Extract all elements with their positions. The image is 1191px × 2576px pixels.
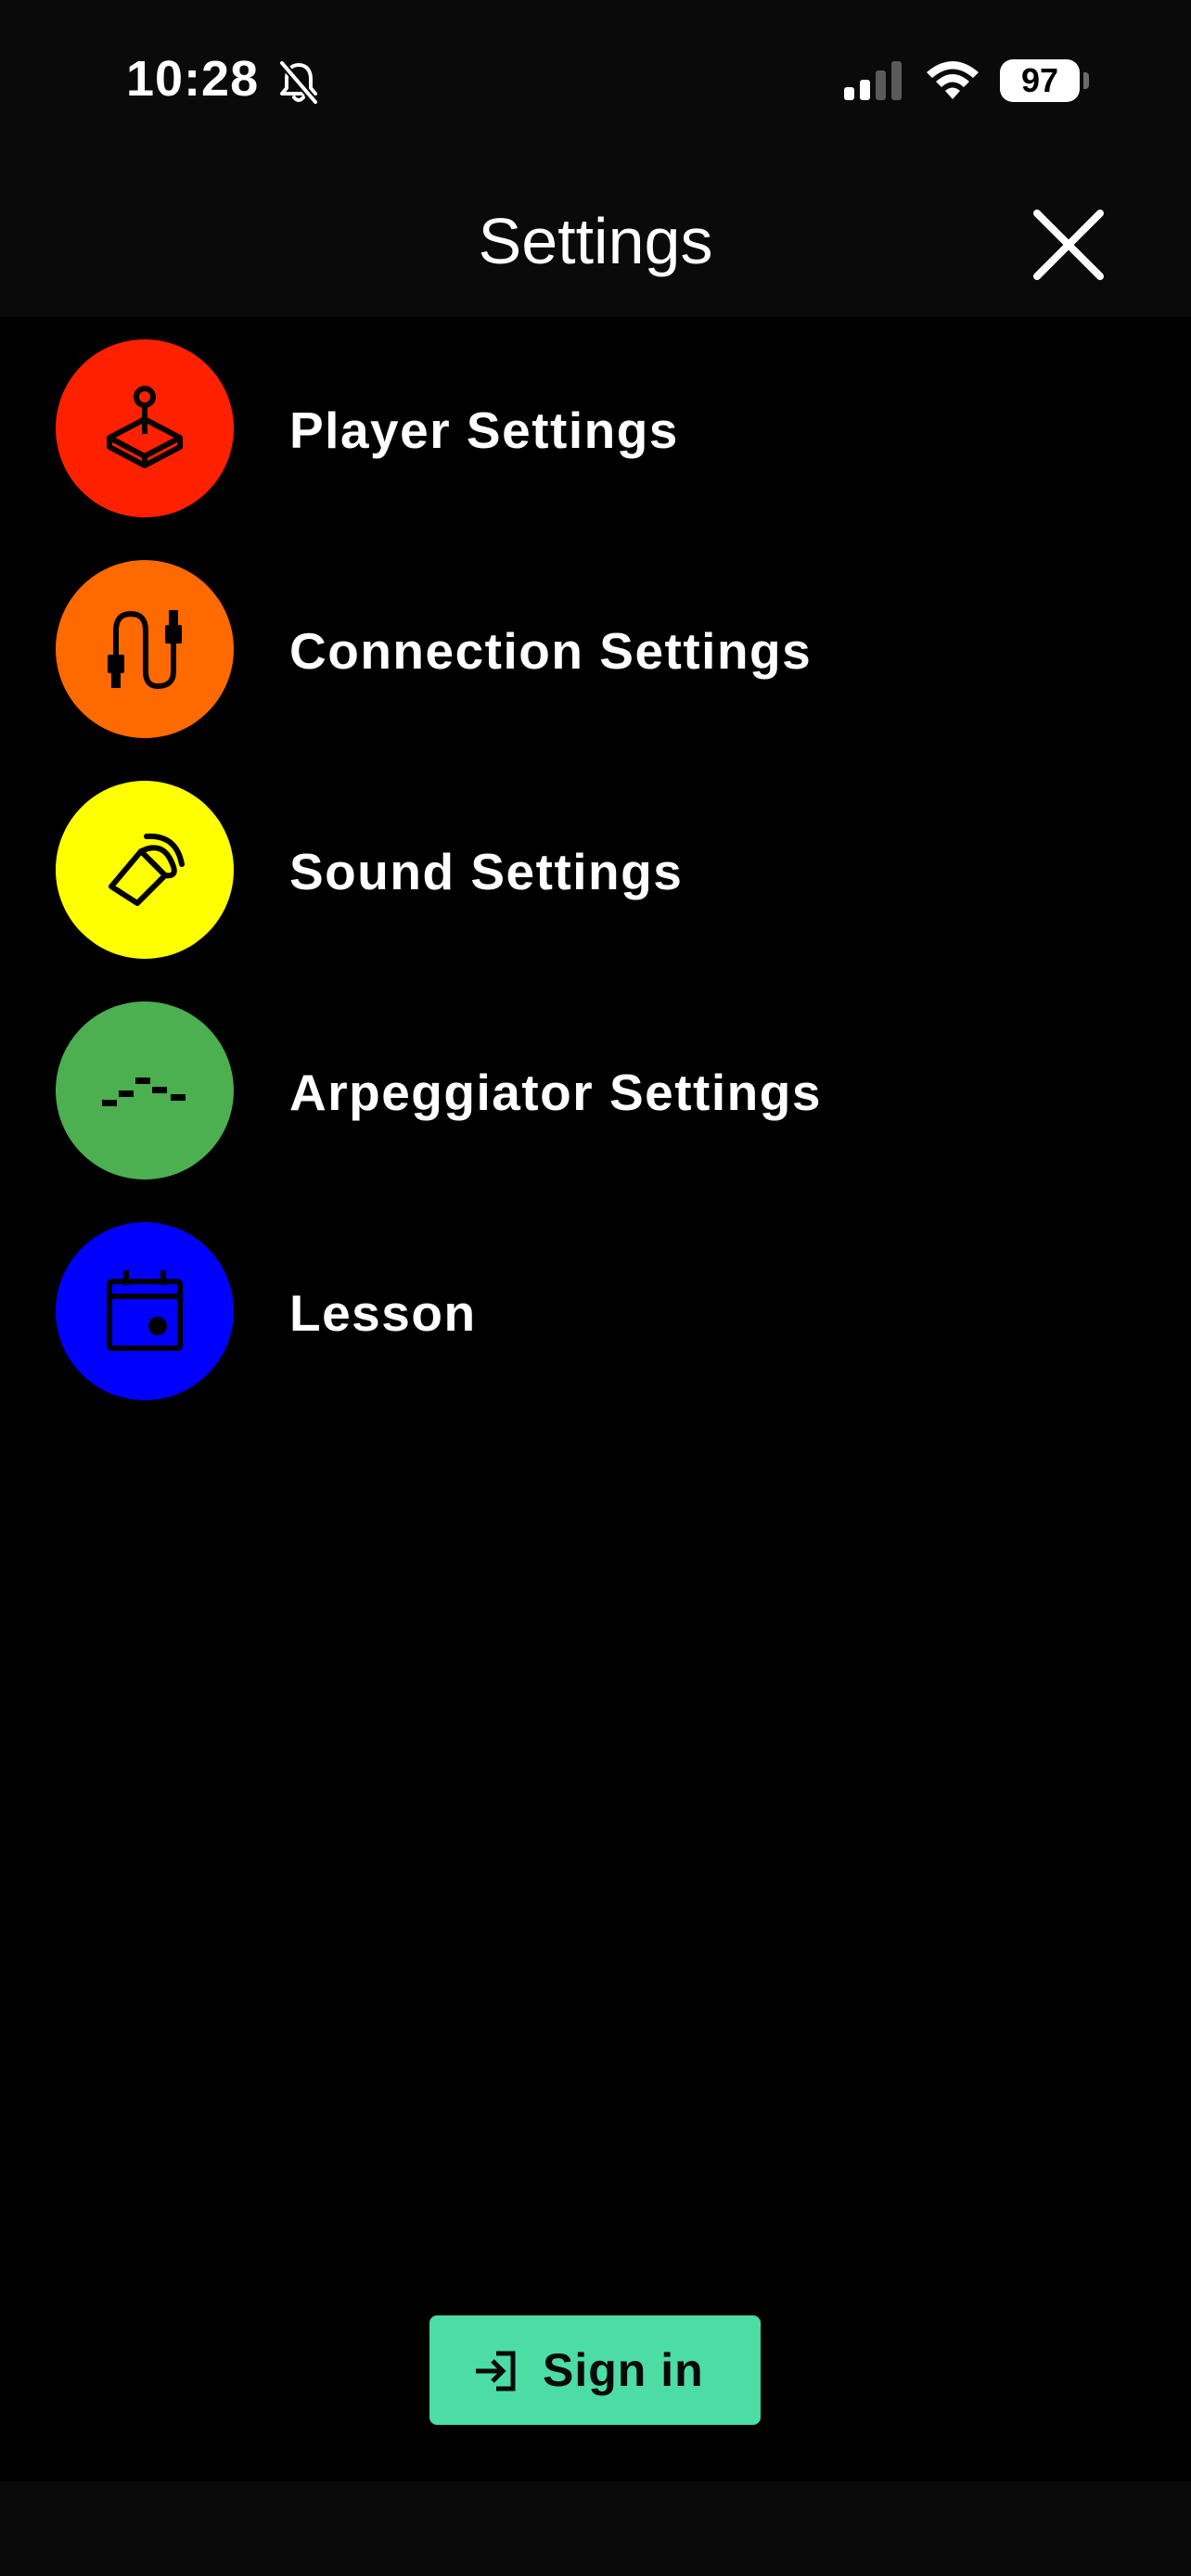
sign-in-icon <box>476 2351 516 2391</box>
speaker-icon <box>109 833 185 906</box>
sign-in-label: Sign in <box>543 2344 704 2396</box>
page-title: Settings <box>478 205 713 277</box>
menu-item-icon-circle <box>56 560 234 738</box>
menu-item-icon-circle <box>56 1222 234 1400</box>
menu-item-player-settings[interactable]: Player Settings <box>0 317 1191 538</box>
cable-icon <box>108 610 182 690</box>
battery-icon: 97 <box>1000 59 1080 102</box>
menu-item-arpeggiator-settings[interactable]: Arpeggiator Settings <box>0 979 1191 1200</box>
menu-item-icon-circle <box>56 1001 234 1180</box>
status-bar: 10:28 97 <box>0 0 1191 158</box>
menu-item-label: Sound Settings <box>289 843 684 900</box>
close-icon <box>1033 210 1104 280</box>
menu-item-label: Arpeggiator Settings <box>289 1064 822 1121</box>
battery-tip <box>1083 72 1089 89</box>
signal-icon <box>844 61 902 100</box>
bottom-bar <box>0 2481 1191 2576</box>
menu-item-connection-settings[interactable]: Connection Settings <box>0 538 1191 759</box>
joystick-icon <box>107 386 183 468</box>
menu-item-sound-settings[interactable]: Sound Settings <box>0 759 1191 979</box>
menu-item-icon-circle <box>56 339 234 517</box>
arpeggio-icon <box>102 1078 186 1106</box>
sign-in-button[interactable]: Sign in <box>429 2315 761 2425</box>
header: Settings <box>0 158 1191 317</box>
menu-item-lesson[interactable]: Lesson <box>0 1200 1191 1421</box>
wifi-icon <box>927 61 979 99</box>
bell-slash-icon <box>278 60 319 105</box>
menu-item-label: Lesson <box>289 1284 477 1342</box>
close-button[interactable] <box>1024 200 1113 289</box>
calendar-icon <box>107 1270 183 1351</box>
menu-item-label: Player Settings <box>289 402 679 459</box>
menu-item-icon-circle <box>56 781 234 959</box>
menu-item-label: Connection Settings <box>289 622 813 680</box>
status-time: 10:28 <box>126 51 260 107</box>
